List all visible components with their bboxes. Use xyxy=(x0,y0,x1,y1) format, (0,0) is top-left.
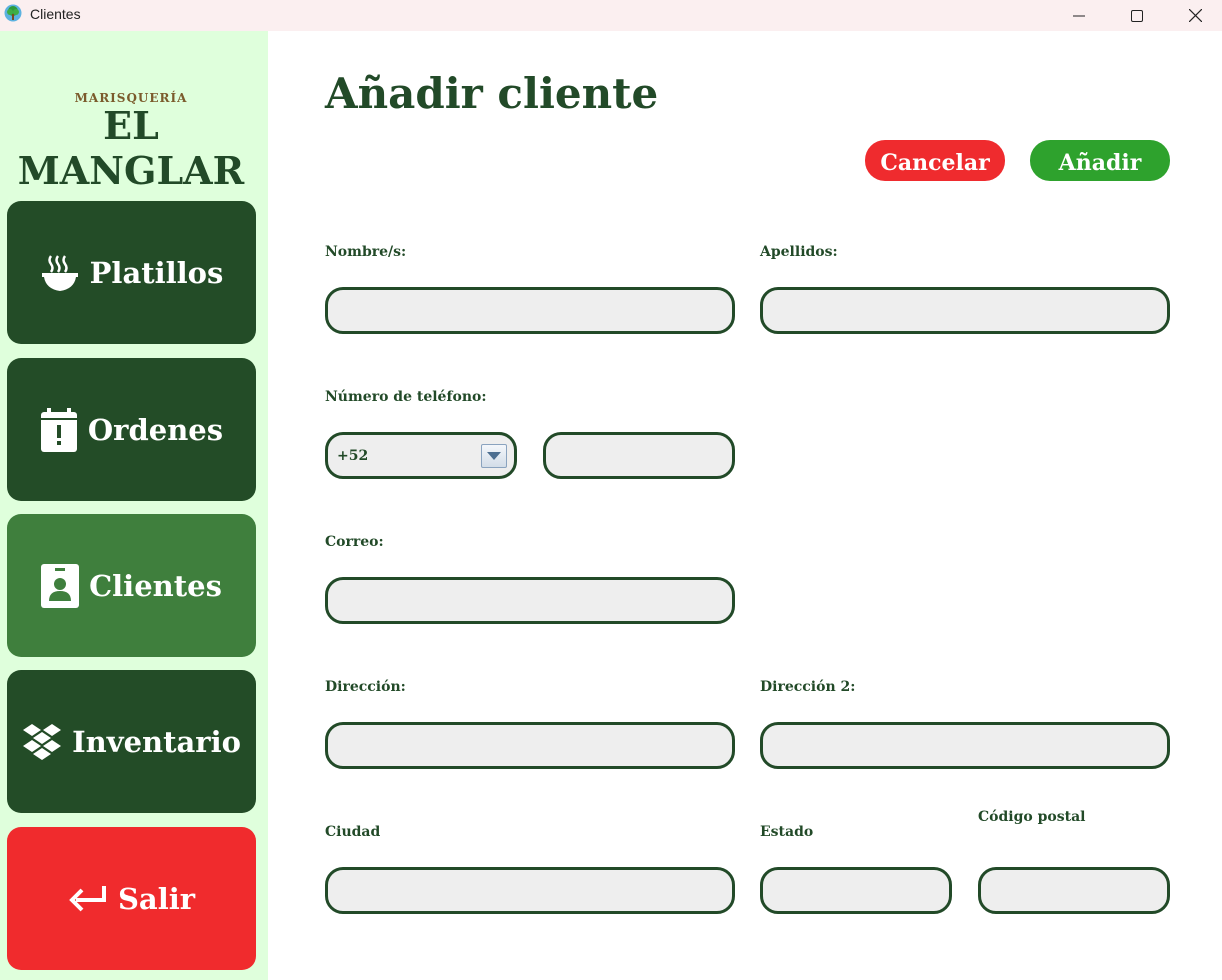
minimize-icon xyxy=(1073,15,1085,16)
telefono-field[interactable] xyxy=(543,432,735,479)
sidebar-item-label: Ordenes xyxy=(87,412,224,447)
boxes-icon xyxy=(22,723,62,760)
estado-field[interactable] xyxy=(760,867,952,914)
close-icon xyxy=(1188,9,1202,22)
maximize-icon xyxy=(1131,9,1143,22)
codigo-postal-field[interactable] xyxy=(978,867,1170,914)
codigo-postal-label: Código postal xyxy=(978,809,1086,825)
add-button[interactable]: Añadir xyxy=(1030,140,1170,181)
ciudad-input[interactable] xyxy=(328,870,732,911)
ciudad-field[interactable] xyxy=(325,867,735,914)
direccion-field[interactable] xyxy=(325,722,735,769)
calendar-alert-icon xyxy=(40,407,78,452)
telefono-input[interactable] xyxy=(546,435,732,476)
direccion2-field[interactable] xyxy=(760,722,1170,769)
sidebar-item-salir[interactable]: Salir xyxy=(7,827,256,970)
country-code-value: +52 xyxy=(337,447,369,464)
window-title: Clientes xyxy=(30,6,81,22)
apellidos-input[interactable] xyxy=(763,290,1167,331)
direccion2-label: Dirección 2: xyxy=(760,679,856,695)
direccion2-input[interactable] xyxy=(763,725,1167,766)
page-title: Añadir cliente xyxy=(325,69,659,118)
title-bar: Clientes xyxy=(0,0,1222,31)
estado-label: Estado xyxy=(760,824,814,840)
ciudad-label: Ciudad xyxy=(325,824,381,840)
close-button[interactable] xyxy=(1166,0,1222,31)
sidebar-item-label: Salir xyxy=(117,881,196,916)
bowl-icon xyxy=(40,253,80,293)
sidebar-item-ordenes[interactable]: Ordenes xyxy=(7,358,256,501)
sidebar-item-label: Clientes xyxy=(89,568,222,603)
nombres-field[interactable] xyxy=(325,287,735,334)
codigo-postal-input[interactable] xyxy=(981,870,1167,911)
direccion-input[interactable] xyxy=(328,725,732,766)
correo-field[interactable] xyxy=(325,577,735,624)
correo-input[interactable] xyxy=(328,580,732,621)
cancel-button[interactable]: Cancelar xyxy=(865,140,1005,181)
sidebar: MARISQUERÍA EL MANGLAR Platillos Ordenes… xyxy=(0,31,268,980)
sidebar-item-label: Inventario xyxy=(72,724,241,759)
minimize-button[interactable] xyxy=(1050,0,1108,31)
country-code-select[interactable]: +52 xyxy=(325,432,517,479)
sidebar-item-label: Platillos xyxy=(89,255,224,290)
estado-input[interactable] xyxy=(763,870,949,911)
main-content: Añadir cliente Cancelar Añadir Nombre/s:… xyxy=(268,31,1222,980)
app-tree-icon xyxy=(4,4,22,22)
telefono-label: Número de teléfono: xyxy=(325,389,487,405)
sidebar-item-platillos[interactable]: Platillos xyxy=(7,201,256,344)
nombres-input[interactable] xyxy=(328,290,732,331)
sidebar-item-inventario[interactable]: Inventario xyxy=(7,670,256,813)
maximize-button[interactable] xyxy=(1108,0,1166,31)
apellidos-field[interactable] xyxy=(760,287,1170,334)
return-arrow-icon xyxy=(68,884,108,914)
apellidos-label: Apellidos: xyxy=(760,244,838,260)
app-window: Clientes MARISQUERÍA EL MANGLAR Platillo… xyxy=(0,0,1222,980)
brand-logo-text: EL MANGLAR xyxy=(17,103,245,193)
direccion-label: Dirección: xyxy=(325,679,406,695)
contact-card-icon xyxy=(41,563,80,608)
chevron-down-icon[interactable] xyxy=(481,444,507,468)
correo-label: Correo: xyxy=(325,534,384,550)
sidebar-item-clientes[interactable]: Clientes xyxy=(7,514,256,657)
nombres-label: Nombre/s: xyxy=(325,244,407,260)
